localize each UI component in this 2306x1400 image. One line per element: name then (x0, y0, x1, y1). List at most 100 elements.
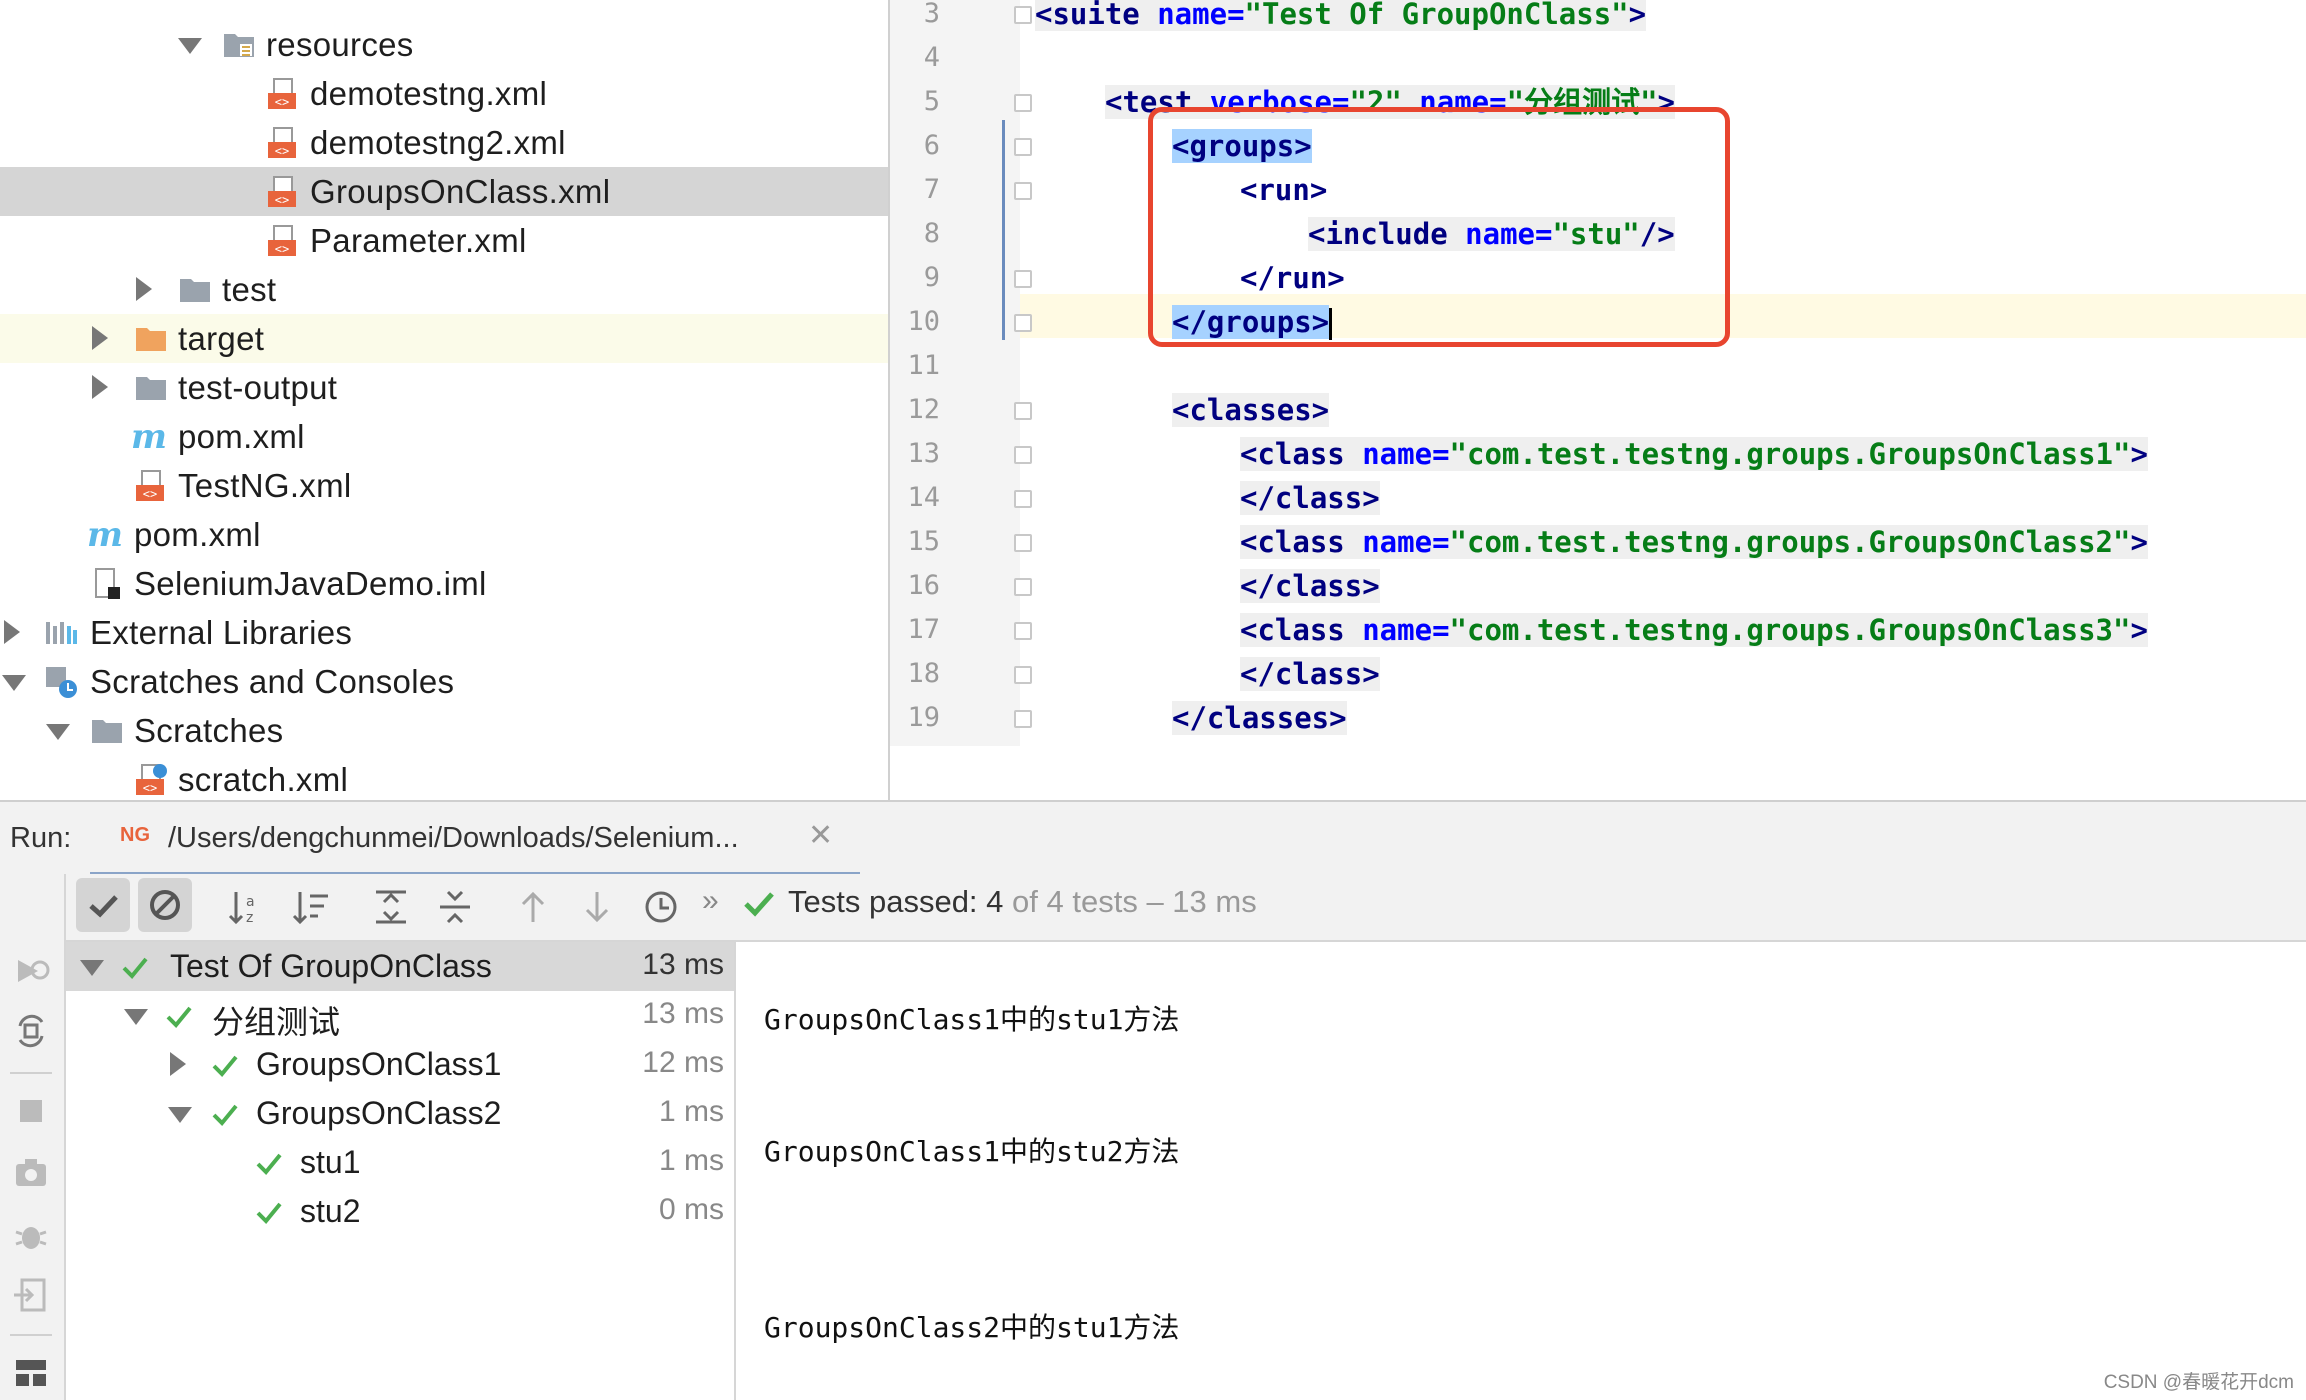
test-row[interactable]: stu1 1 ms (66, 1138, 734, 1187)
debug-icon[interactable] (8, 1212, 54, 1258)
collapse-all-icon[interactable] (432, 884, 478, 930)
highlight-box (1148, 107, 1730, 347)
fold-marker-icon[interactable] (1014, 534, 1032, 552)
svg-text:<>: <> (275, 144, 289, 158)
maven-icon: m (132, 420, 166, 454)
rerun-failed-icon[interactable] (8, 948, 54, 994)
tree-item-label: demotestng2.xml (310, 124, 566, 161)
console-output[interactable]: GroupsOnClass1中的stu1方法 GroupsOnClass1中的s… (736, 942, 2306, 1400)
code-line-19: </classes> (1172, 701, 1347, 735)
code-line-14: </class> (1240, 481, 1380, 515)
chevron-down-icon[interactable] (168, 1107, 192, 1123)
divider (10, 1334, 52, 1336)
test-row[interactable]: GroupsOnClass2 1 ms (66, 1089, 734, 1138)
tree-item-scratches-and-consoles[interactable]: Scratches and Consoles (0, 657, 888, 706)
chevron-right-icon[interactable] (136, 277, 152, 301)
sort-duration-icon[interactable] (288, 884, 334, 930)
scratches-icon (46, 667, 77, 698)
fold-marker-icon[interactable] (1014, 710, 1032, 728)
svg-text:<>: <> (143, 781, 157, 795)
fold-marker-icon[interactable] (1014, 666, 1032, 684)
xml-file-icon: <> (268, 225, 296, 256)
fold-marker-icon[interactable] (1014, 6, 1032, 24)
chevron-right-icon[interactable] (4, 620, 20, 644)
test-duration: 1 ms (658, 1144, 724, 1177)
fold-marker-icon[interactable] (1014, 402, 1032, 420)
tree-item-iml[interactable]: SeleniumJavaDemo.iml (0, 559, 888, 608)
tree-item-demotestng2-xml[interactable]: <> demotestng2.xml (0, 118, 888, 167)
tree-item-scratches[interactable]: Scratches (0, 706, 888, 755)
chevron-down-icon[interactable] (80, 960, 104, 976)
code-line-3: <suite name="Test Of GroupOnClass"> (1035, 0, 1647, 36)
tree-item-groupsonclass-xml[interactable]: <> GroupsOnClass.xml (0, 167, 888, 216)
svg-text:<>: <> (143, 487, 157, 501)
tree-item-parameter-xml[interactable]: <> Parameter.xml (0, 216, 888, 265)
console-line: GroupsOnClass2中的stu1方法 (764, 1311, 1180, 1344)
tree-item-scratch-xml[interactable]: <> scratch.xml (0, 755, 888, 800)
run-tab[interactable]: NG /Users/dengchunmei/Downloads/Selenium… (90, 802, 860, 876)
test-duration: 12 ms (642, 1046, 724, 1079)
close-icon[interactable]: ✕ (808, 818, 833, 853)
chevron-down-icon[interactable] (2, 675, 26, 691)
show-ignored-button[interactable] (138, 878, 192, 932)
tree-item-pom-xml-root[interactable]: m pom.xml (0, 510, 888, 559)
arrow-down-icon[interactable] (574, 884, 620, 930)
tree-item-testng-xml[interactable]: <> TestNG.xml (0, 461, 888, 510)
fold-marker-icon[interactable] (1014, 182, 1032, 200)
ignored-icon (150, 890, 180, 920)
run-tab-bar: Run: NG /Users/dengchunmei/Downloads/Sel… (0, 800, 2306, 876)
check-icon (166, 1006, 192, 1028)
maven-icon: m (88, 518, 122, 552)
test-row[interactable]: Test Of GroupOnClass 13 ms (66, 942, 734, 991)
chevron-down-icon[interactable] (178, 38, 202, 54)
tree-item-demotestng-xml[interactable]: <> demotestng.xml (0, 69, 888, 118)
fold-marker-icon[interactable] (1014, 578, 1032, 596)
test-row[interactable]: stu2 0 ms (66, 1187, 734, 1236)
fold-marker-icon[interactable] (1014, 270, 1032, 288)
tree-item-test-output[interactable]: test-output (0, 363, 888, 412)
line-number: 7 (923, 174, 940, 205)
import-icon[interactable] (8, 1272, 54, 1318)
fold-marker-icon[interactable] (1014, 446, 1032, 464)
svg-text:<>: <> (275, 95, 289, 109)
camera-icon[interactable] (8, 1150, 54, 1196)
sort-alpha-icon[interactable]: az (224, 884, 270, 930)
test-row[interactable]: 分组测试 13 ms (66, 991, 734, 1040)
chevron-right-icon[interactable] (92, 326, 108, 350)
fold-marker-icon[interactable] (1014, 138, 1032, 156)
fold-marker-icon[interactable] (1014, 490, 1032, 508)
code-editor[interactable]: 3 4 5 6 7 8 9 10 11 12 13 14 15 16 17 18… (890, 0, 2306, 746)
check-icon (256, 1202, 282, 1224)
expand-all-icon[interactable] (368, 884, 414, 930)
fold-marker-icon[interactable] (1014, 622, 1032, 640)
tree-item-label: demotestng.xml (310, 75, 548, 112)
test-name: GroupsOnClass2 (256, 1095, 502, 1131)
chevron-down-icon[interactable] (46, 724, 70, 740)
tree-item-pom-xml[interactable]: m pom.xml (0, 412, 888, 461)
chevron-right-icon[interactable] (92, 375, 108, 399)
arrow-up-icon[interactable] (510, 884, 556, 930)
chevron-down-icon[interactable] (124, 1009, 148, 1025)
library-icon (46, 622, 77, 644)
fold-marker-icon[interactable] (1014, 94, 1032, 112)
stop-icon[interactable] (8, 1088, 54, 1134)
tree-item-label: target (178, 320, 265, 357)
tree-item-resources[interactable]: resources (0, 20, 888, 69)
line-number: 16 (907, 570, 940, 601)
line-number: 10 (907, 306, 940, 337)
fold-marker-icon[interactable] (1014, 314, 1032, 332)
test-results-tree: Test Of GroupOnClass 13 ms 分组测试 13 ms Gr… (66, 942, 736, 1400)
test-name: 分组测试 (212, 1004, 341, 1040)
show-passed-button[interactable] (76, 878, 130, 932)
layout-icon[interactable] (8, 1350, 54, 1396)
chevron-right-icon[interactable] (170, 1052, 186, 1076)
more-icon[interactable]: » (702, 884, 719, 918)
tree-item-external-libraries[interactable]: External Libraries (0, 608, 888, 657)
tree-item-test[interactable]: test (0, 265, 888, 314)
tree-item-target[interactable]: target (0, 314, 888, 363)
line-number: 19 (907, 702, 940, 733)
history-icon[interactable] (638, 884, 684, 930)
xml-file-icon: <> (268, 176, 296, 207)
toggle-auto-test-icon[interactable] (8, 1008, 54, 1054)
test-row[interactable]: GroupsOnClass1 12 ms (66, 1040, 734, 1089)
